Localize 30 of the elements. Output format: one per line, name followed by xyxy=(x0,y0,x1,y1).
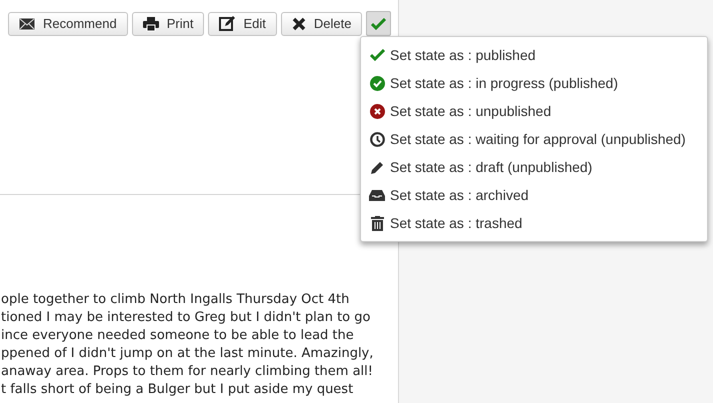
article-text-line: tioned I may be interested to Greg but I didn't plan to go xyxy=(1,309,370,327)
check-circle-icon xyxy=(370,76,384,90)
envelope-icon xyxy=(19,18,35,30)
menu-item[interactable]: Set state as : draft (unpublished) xyxy=(361,153,707,181)
tray-icon xyxy=(369,189,385,201)
check-icon xyxy=(371,18,386,30)
toolbar-button[interactable]: Delete xyxy=(280,12,362,36)
menu-item[interactable]: Set state as : waiting for approval (unpublished) xyxy=(361,125,707,153)
article-text-line: ppened of I didn't jump on at the last minute. Amazingly, xyxy=(1,345,374,363)
article-text-line: t falls short of being a Bulger but I put aside my quest xyxy=(1,381,354,399)
printer-icon xyxy=(142,16,159,30)
clock-icon xyxy=(370,132,384,146)
toolbar-button[interactable]: Edit xyxy=(208,12,277,36)
trash-icon xyxy=(370,216,384,230)
article-text-line: ople together to climb North Ingalls Thursday Oct 4th xyxy=(1,291,350,309)
menu-item[interactable]: Set state as : trashed xyxy=(361,209,707,237)
menu-item[interactable]: Set state as : archived xyxy=(361,181,707,209)
article-text-line: anaway area. Props to them for nearly climbing them all! xyxy=(1,363,373,381)
menu-item[interactable]: Set state as : unpublished xyxy=(361,97,707,125)
edit-icon xyxy=(219,16,236,31)
close-icon xyxy=(292,16,306,30)
menu-item[interactable]: Set state as : published xyxy=(361,41,707,69)
article-text-line: ince everyone needed someone to be able to lead the xyxy=(1,327,354,345)
toolbar-button[interactable]: Print xyxy=(132,12,204,36)
pencil-icon xyxy=(370,160,384,174)
menu-item[interactable]: Set state as : in progress (published) xyxy=(361,69,707,97)
state-toggle-button[interactable] xyxy=(366,11,392,36)
check-icon xyxy=(370,49,384,61)
toolbar-button[interactable]: Recommend xyxy=(8,12,128,36)
cross-circle-icon xyxy=(370,104,384,118)
